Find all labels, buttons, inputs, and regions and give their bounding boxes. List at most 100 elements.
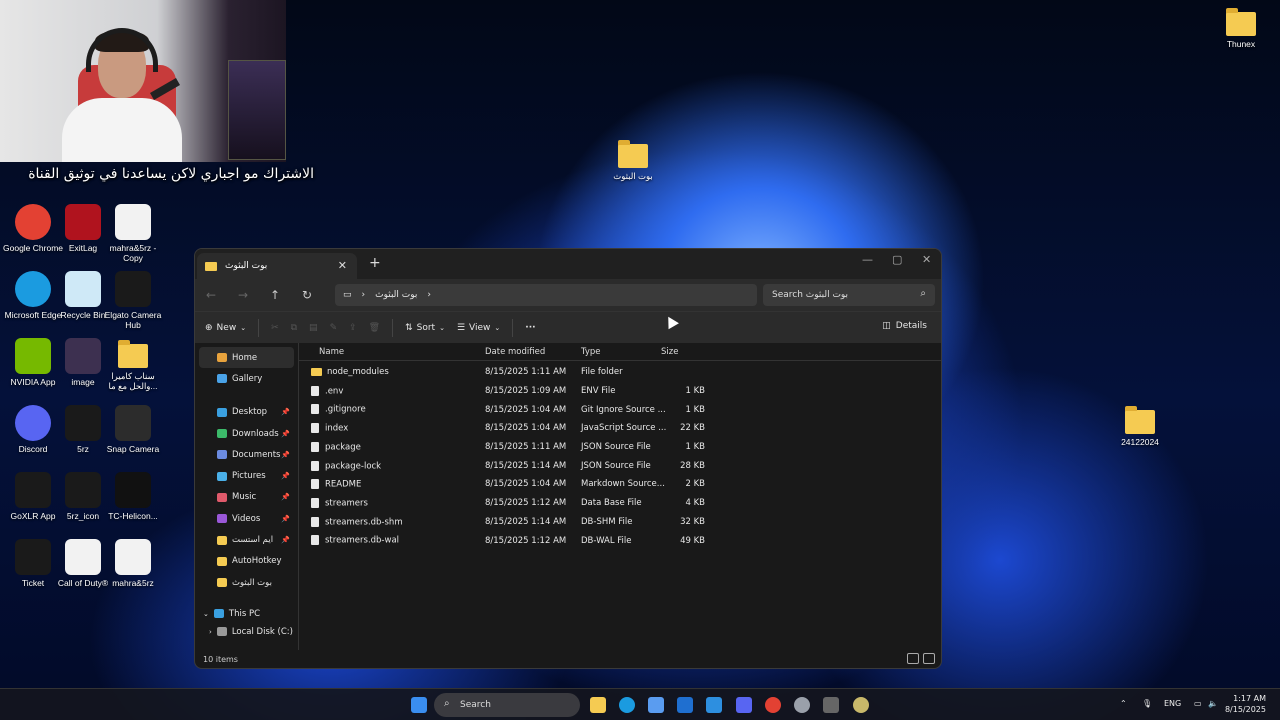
- desktop-icon-label: Call of Duty®: [57, 578, 109, 588]
- breadcrumb-segment[interactable]: بوت البثوث: [375, 290, 417, 300]
- search-input[interactable]: Search بوت البثوث ⌕: [763, 284, 935, 306]
- table-row[interactable]: streamers.db-wal 8/15/2025 1:12 AM DB-WAL …: [299, 531, 941, 550]
- minimize-button[interactable]: —: [862, 253, 873, 266]
- table-row[interactable]: package 8/15/2025 1:11 AM JSON Source File…: [299, 438, 941, 457]
- app-icon[interactable]: [823, 697, 839, 713]
- nav-item[interactable]: Pictures 📌: [195, 465, 298, 486]
- tray-chevron-icon[interactable]: ⌃: [1120, 699, 1127, 708]
- chrome-icon[interactable]: [765, 697, 781, 713]
- nav-item[interactable]: Videos 📌: [195, 508, 298, 529]
- mic-icon[interactable]: 🎙: [1142, 699, 1152, 708]
- view-button[interactable]: ☰ View ⌄: [457, 323, 500, 333]
- desktop-icon-item[interactable]: Thunex: [1211, 6, 1271, 49]
- nav-item[interactable]: Documents 📌: [195, 444, 298, 465]
- desktop-icon-item[interactable]: TC-Helicon...: [103, 472, 163, 521]
- new-tab-button[interactable]: +: [369, 255, 381, 271]
- desktop-icon-item[interactable]: mahra&5rz - Copy: [103, 204, 163, 263]
- file-date: 8/15/2025 1:04 AM: [485, 404, 567, 415]
- refresh-button[interactable]: ↻: [291, 288, 323, 302]
- edge-icon[interactable]: [619, 697, 635, 713]
- file-icon: [311, 516, 319, 527]
- back-button[interactable]: ←: [195, 288, 227, 302]
- tiles-view-button[interactable]: [923, 653, 935, 664]
- table-row[interactable]: package-lock 8/15/2025 1:14 AM JSON Source…: [299, 456, 941, 475]
- table-row[interactable]: README 8/15/2025 1:04 AM Markdown Source..…: [299, 475, 941, 494]
- start-icon[interactable]: [411, 697, 427, 713]
- rename-button[interactable]: ✎: [330, 323, 338, 333]
- pictures-icon: [217, 471, 227, 481]
- store-icon[interactable]: [648, 697, 664, 713]
- close-window-button[interactable]: ✕: [922, 253, 931, 266]
- column-size[interactable]: Size: [661, 347, 678, 357]
- clock[interactable]: 1:17 AM 8/15/2025: [1225, 693, 1266, 715]
- tab-bot-folder[interactable]: بوت البثوث ✕: [197, 253, 357, 279]
- taskbar-search[interactable]: ⌕ Search: [434, 693, 580, 717]
- more-options-button[interactable]: ···: [525, 323, 535, 333]
- share-button[interactable]: ⇪: [349, 323, 357, 333]
- layout-toggle: [907, 653, 935, 664]
- nav-item[interactable]: Downloads 📌: [195, 423, 298, 444]
- search-icon: ⌕: [920, 288, 926, 299]
- forward-button[interactable]: →: [227, 288, 259, 302]
- desktop-icon-item[interactable]: Elgato Camera Hub: [103, 271, 163, 330]
- table-row[interactable]: node_modules 8/15/2025 1:11 AM File folder: [299, 363, 941, 382]
- nav-item[interactable]: بوت البثوث: [195, 572, 298, 593]
- table-row[interactable]: index 8/15/2025 1:04 AM JavaScript Source …: [299, 419, 941, 438]
- pin-icon: 📌: [281, 472, 290, 481]
- file-explorer-icon[interactable]: [590, 697, 606, 713]
- delete-button[interactable]: 🗑: [369, 323, 380, 333]
- table-row[interactable]: streamers.db-shm 8/15/2025 1:14 AM DB-SHM …: [299, 513, 941, 532]
- close-tab-icon[interactable]: ✕: [338, 259, 347, 272]
- table-row[interactable]: streamers 8/15/2025 1:12 AM Data Base File…: [299, 494, 941, 513]
- nav-local-disk[interactable]: › Local Disk (C:): [195, 625, 298, 639]
- language-indicator[interactable]: ENG: [1164, 699, 1181, 708]
- up-button[interactable]: ↑: [259, 288, 291, 302]
- desktop-icon-item[interactable]: 24122024: [1110, 404, 1170, 447]
- h-app-icon: [115, 204, 151, 240]
- nav-item[interactable]: Desktop 📌: [195, 402, 298, 423]
- nav-item[interactable]: Gallery: [195, 368, 298, 389]
- file-type: Git Ignore Source ...: [581, 404, 666, 415]
- volume-icon[interactable]: 🔈: [1208, 699, 1218, 708]
- table-row[interactable]: .env 8/15/2025 1:09 AM ENV File 1 KB: [299, 382, 941, 401]
- copy-button[interactable]: ⧉: [291, 323, 297, 333]
- details-button[interactable]: ◫ Details: [882, 321, 927, 331]
- desktop-icon-item[interactable]: mahra&5rz: [103, 539, 163, 588]
- disk-icon: [216, 627, 227, 637]
- nav-item[interactable]: Home: [199, 347, 294, 369]
- maximize-button[interactable]: ▢: [892, 253, 902, 266]
- file-type: JSON Source File: [581, 460, 651, 471]
- nav-item[interactable]: ايم استست 📌: [195, 529, 298, 550]
- file-icon: [311, 404, 319, 415]
- column-date-modified[interactable]: Date modified: [485, 347, 545, 357]
- nav-item[interactable]: AutoHotkey: [195, 551, 298, 572]
- nav-this-pc[interactable]: ⌄ This PC: [195, 603, 298, 624]
- image-file-icon: [65, 338, 101, 374]
- steam-icon[interactable]: [794, 697, 810, 713]
- vscode-icon[interactable]: [706, 697, 722, 713]
- chevron-down-icon: ⌄: [494, 323, 501, 332]
- table-row[interactable]: .gitignore 8/15/2025 1:04 AM Git Ignore So…: [299, 400, 941, 419]
- network-icon[interactable]: ▭: [1194, 699, 1202, 708]
- nav-item[interactable]: Music 📌: [195, 487, 298, 508]
- cut-button[interactable]: ✂: [271, 323, 279, 333]
- navigation-pane: Home Gallery Desktop 📌 Downloads 📌 Documents 📌 P…: [195, 343, 299, 650]
- desktop-icon-item[interactable]: بوت البثوث: [603, 138, 663, 181]
- column-type[interactable]: Type: [581, 347, 601, 357]
- paste-button[interactable]: ▤: [309, 323, 318, 333]
- obs-icon[interactable]: [853, 697, 869, 713]
- discord-icon[interactable]: [736, 697, 752, 713]
- breadcrumb-chevron-icon: ›: [361, 290, 366, 300]
- details-view-button[interactable]: [907, 653, 919, 664]
- desktop-icon-item[interactable]: Snap Camera: [103, 405, 163, 454]
- address-bar[interactable]: ▭ › بوت البثوث ›: [335, 284, 757, 306]
- desktop-icon-label: 5rz_icon: [66, 511, 100, 521]
- column-name[interactable]: Name: [319, 347, 344, 357]
- nav-label: Desktop: [232, 407, 268, 418]
- view-icon: ☰: [456, 322, 466, 333]
- file-rows: node_modules 8/15/2025 1:11 AM File folder…: [299, 361, 941, 550]
- new-button[interactable]: ⊕ New ⌄: [205, 323, 246, 333]
- desktop-icon-item[interactable]: سناب كاميرا والحل مع ما...: [103, 338, 163, 391]
- sort-button[interactable]: ⇅ Sort ⌄: [405, 323, 445, 333]
- outlook-icon[interactable]: [677, 697, 693, 713]
